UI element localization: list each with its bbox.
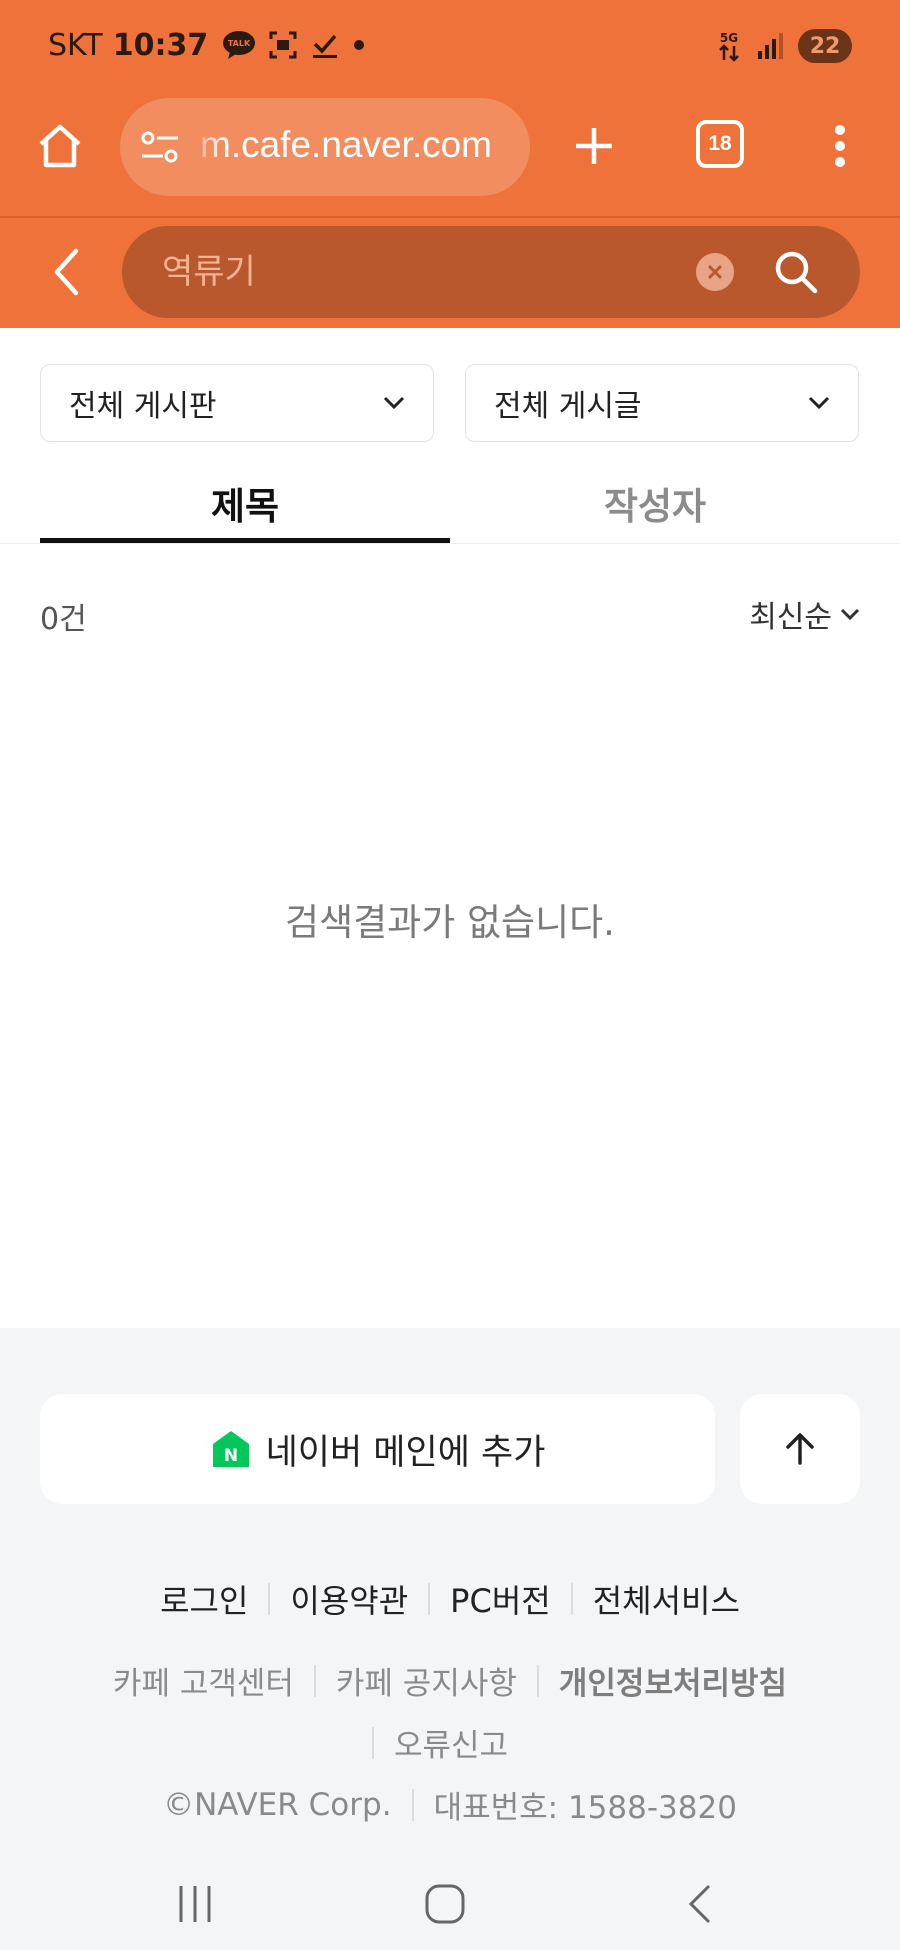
system-nav-bar (0, 1858, 900, 1950)
browser-toolbar: m.cafe.naver.com 18 (0, 88, 900, 216)
copyright: ©NAVER Corp. (163, 1786, 392, 1823)
terms-link[interactable]: 이용약관 (270, 1576, 428, 1622)
footer: N 네이버 메인에 추가 로그인 이용약관 PC버전 전체서비스 카페 고객센터… (0, 1328, 900, 1858)
battery-indicator: 22 (798, 29, 852, 63)
search-tabs: 제목 작성자 (0, 462, 900, 544)
search-box (122, 226, 860, 318)
pc-version-link[interactable]: PC버전 (430, 1576, 571, 1622)
more-vertical-icon (835, 125, 845, 167)
site-settings-icon[interactable] (140, 130, 180, 164)
privacy-policy-link[interactable]: 개인정보처리방침 (539, 1658, 807, 1703)
plus-icon (576, 128, 612, 164)
chevron-down-icon (383, 396, 405, 410)
search-icon (775, 251, 818, 294)
add-to-naver-main-label: 네이버 메인에 추가 (265, 1432, 546, 1473)
status-right: 5G 22 (714, 26, 852, 66)
talk-icon: TALK (223, 31, 256, 59)
home-circle-icon (425, 1884, 465, 1924)
clear-search-button[interactable] (696, 253, 734, 291)
footer-copyright-row: ©NAVER Corp. 대표번호: 1588-3820 (0, 1782, 900, 1827)
browser-menu-button[interactable] (820, 118, 860, 174)
tab-title[interactable]: 제목 (40, 462, 450, 544)
footer-report-row: 오류신고 (0, 1720, 900, 1765)
search-header (0, 218, 900, 328)
svg-text:5G: 5G (720, 31, 738, 45)
result-count: 0건 (40, 602, 87, 637)
task-done-icon (313, 34, 338, 58)
search-button[interactable] (770, 246, 822, 298)
board-filter-dropdown[interactable]: 전체 게시판 (40, 364, 434, 442)
svg-text:N: N (223, 1446, 237, 1466)
url-fade (186, 98, 226, 196)
carrier-label: SKT (48, 27, 103, 63)
naver-logo-icon: N (212, 1431, 249, 1467)
search-input[interactable] (162, 248, 682, 296)
chevron-left-icon (54, 248, 79, 296)
empty-results-message: 검색결과가 없습니다. (285, 901, 615, 944)
sort-dropdown[interactable]: 최신순 (749, 592, 860, 636)
footer-links: 로그인 이용약관 PC버전 전체서비스 (0, 1576, 900, 1622)
active-tab-indicator (40, 538, 450, 543)
chevron-down-icon (808, 396, 830, 410)
back-arrow-icon (688, 1884, 711, 1924)
arrow-up-icon (786, 1433, 814, 1465)
new-tab-button[interactable] (566, 118, 622, 174)
cafe-help-center-link[interactable]: 카페 고객센터 (93, 1658, 314, 1703)
address-bar[interactable]: m.cafe.naver.com (120, 98, 530, 196)
close-circle-icon (707, 264, 723, 280)
system-back-button[interactable] (660, 1874, 740, 1934)
phone-number: 대표번호: 1588-3820 (433, 1790, 737, 1826)
recent-apps-button[interactable] (155, 1874, 235, 1934)
network-5g-icon: 5G (719, 31, 739, 62)
notification-icons: TALK (222, 30, 366, 60)
signal-icon (758, 33, 783, 59)
back-button[interactable] (40, 246, 92, 298)
login-link[interactable]: 로그인 (140, 1576, 268, 1622)
sort-label: 최신순 (749, 600, 832, 635)
url-text: m.cafe.naver.com (200, 124, 493, 165)
board-filter-label: 전체 게시판 (69, 389, 217, 424)
tab-author[interactable]: 작성자 (450, 462, 860, 544)
add-to-naver-main-button[interactable]: N 네이버 메인에 추가 (40, 1394, 715, 1504)
home-icon (39, 124, 81, 168)
post-filter-label: 전체 게시글 (494, 389, 642, 424)
scroll-to-top-button[interactable] (740, 1394, 860, 1504)
all-services-link[interactable]: 전체서비스 (573, 1576, 760, 1622)
screenshot-icon (269, 31, 297, 59)
report-error-link[interactable]: 오류신고 (374, 1720, 528, 1765)
system-home-button[interactable] (405, 1874, 485, 1934)
svg-text:TALK: TALK (228, 39, 251, 48)
status-left: SKT 10:37 TALK (48, 24, 366, 66)
recent-apps-icon (179, 1886, 211, 1922)
home-button[interactable] (32, 118, 88, 174)
status-bar: SKT 10:37 TALK 5G 22 (0, 0, 900, 88)
dot-icon (354, 40, 365, 50)
post-filter-dropdown[interactable]: 전체 게시글 (465, 364, 859, 442)
chevron-down-icon (840, 608, 860, 620)
cafe-notice-link[interactable]: 카페 공지사항 (316, 1658, 537, 1703)
footer-sub-links: 카페 고객센터 카페 공지사항 개인정보처리방침 (0, 1658, 900, 1703)
clock: 10:37 (112, 27, 209, 63)
tab-switcher-button[interactable]: 18 (696, 120, 744, 168)
